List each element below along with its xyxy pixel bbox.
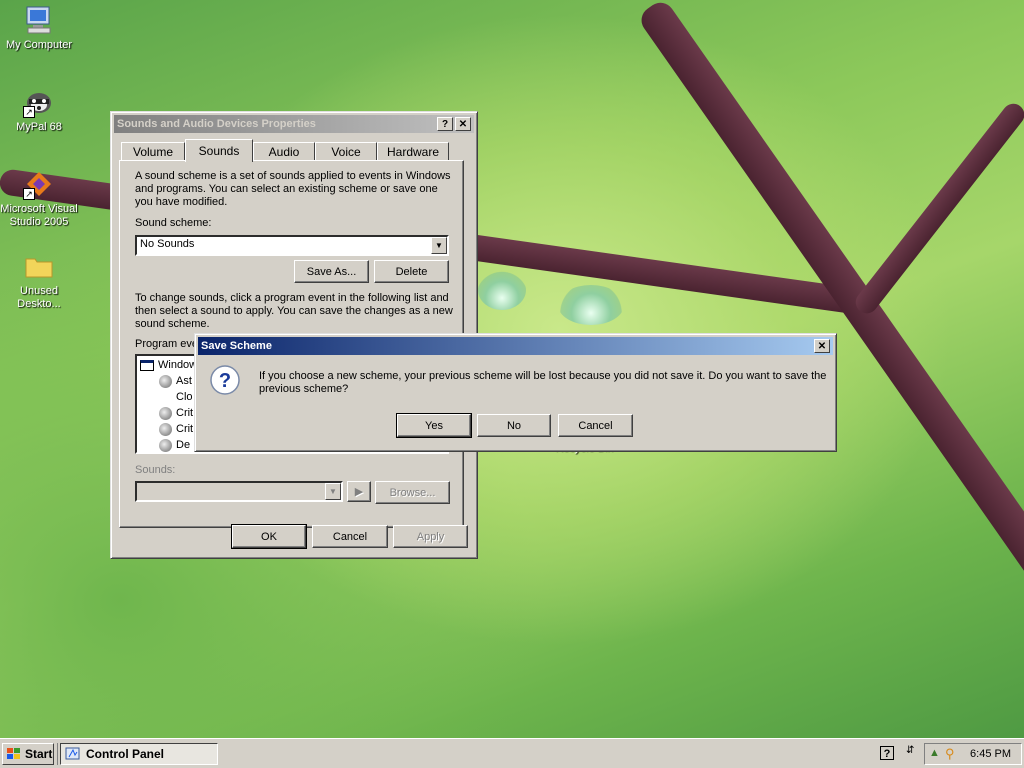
browse-button[interactable]: Browse... (375, 481, 450, 504)
cancel-button[interactable]: Cancel (558, 414, 633, 437)
list-item[interactable]: Clo (176, 389, 193, 405)
system-tray: ▲ ⚲ 6:45 PM (924, 743, 1022, 765)
list-item[interactable]: Window (140, 357, 197, 373)
tab-hardware[interactable]: Hardware (377, 142, 449, 161)
list-item[interactable]: De (159, 437, 191, 452)
list-item-label: Ast (176, 375, 192, 387)
chevron-down-icon[interactable]: ▼ (325, 483, 341, 500)
taskbar-item-label: Control Panel (86, 747, 165, 761)
clock[interactable]: 6:45 PM (970, 748, 1011, 760)
speaker-icon (159, 374, 172, 388)
windows-logo-icon (7, 748, 20, 759)
desktop-icon-label: MyPal 68 (16, 121, 62, 133)
svg-text:?: ? (219, 370, 231, 392)
speaker-icon (159, 438, 172, 452)
list-item-label: Window (158, 359, 198, 371)
water-drop (558, 285, 624, 325)
no-button[interactable]: No (477, 414, 551, 437)
play-icon: ▶ (354, 486, 364, 498)
delete-button[interactable]: Delete (374, 260, 449, 283)
speaker-icon (159, 406, 172, 420)
intro-text: A sound scheme is a set of sounds applie… (135, 170, 451, 208)
ok-button[interactable]: OK (231, 524, 307, 549)
chevron-down-icon[interactable]: ⇵ (906, 745, 914, 756)
desktop-icon-label: Unused Deskto... (17, 285, 61, 310)
computer-icon (23, 4, 55, 36)
speaker-icon (159, 422, 172, 436)
list-item[interactable]: Crit (159, 421, 193, 437)
save-as-button[interactable]: Save As... (294, 260, 369, 283)
tab-audio[interactable]: Audio (253, 142, 315, 161)
list-item[interactable]: Crit (159, 405, 193, 421)
question-icon: ? (210, 365, 240, 395)
save-scheme-dialog: Save Scheme ✕ ? If you choose a new sche… (194, 333, 837, 452)
help-button[interactable]: ? (437, 117, 453, 131)
network-icon[interactable]: ▲ (929, 747, 940, 759)
list-item-label: Crit (176, 423, 194, 435)
change-sounds-text: To change sounds, click a program event … (135, 292, 453, 330)
list-item[interactable]: Ast (159, 373, 192, 389)
sound-scheme-value: No Sounds (140, 238, 195, 250)
desktop-icon-visual-studio[interactable]: ↗ Microsoft Visual Studio 2005 (0, 168, 78, 229)
branch-decoration (851, 99, 1024, 318)
close-button[interactable]: ✕ (814, 339, 830, 353)
chevron-down-icon[interactable]: ▼ (431, 237, 447, 254)
start-button[interactable]: Start (2, 743, 54, 765)
shortcut-arrow-icon: ↗ (23, 188, 35, 200)
start-label: Start (25, 747, 53, 761)
close-button[interactable]: ✕ (455, 117, 471, 131)
apply-button[interactable]: Apply (393, 525, 468, 548)
play-button[interactable]: ▶ (347, 481, 371, 502)
list-item-label: Crit (176, 407, 194, 419)
list-item-label: De (176, 439, 191, 451)
control-panel-icon (65, 747, 80, 760)
water-drop (478, 270, 526, 310)
sounds-dropdown[interactable]: ▼ (135, 481, 343, 502)
sounds-label: Sounds: (135, 464, 176, 476)
tab-voice[interactable]: Voice (315, 142, 377, 161)
yes-button[interactable]: Yes (396, 413, 472, 438)
window-icon (140, 359, 154, 371)
desktop-icon-my-computer[interactable]: My Computer (0, 4, 78, 52)
tab-volume[interactable]: Volume (121, 142, 185, 161)
raccoon-icon: ↗ (23, 86, 55, 118)
taskbar-item-control-panel[interactable]: Control Panel (60, 743, 218, 765)
help-tray-icon[interactable]: ? (880, 746, 894, 760)
desktop-icon-label: Microsoft Visual Studio 2005 (0, 203, 78, 228)
program-events-label: Program eve (135, 338, 198, 350)
search-icon[interactable]: ⚲ (945, 746, 955, 762)
visual-studio-icon: ↗ (23, 168, 55, 200)
taskbar: Start Control Panel ? ⇵ ▲ ⚲ 6:45 PM (0, 738, 1024, 768)
dialog-message: If you choose a new scheme, your previou… (259, 370, 827, 395)
shortcut-arrow-icon: ↗ (23, 106, 35, 118)
title-bar: Sounds and Audio Devices Properties ? ✕ (114, 115, 474, 133)
dialog-title: Save Scheme (201, 340, 272, 352)
dialog-title-bar: Save Scheme ✕ (198, 337, 833, 355)
sound-scheme-label: Sound scheme: (135, 217, 212, 229)
desktop-icon-mypal[interactable]: ↗ MyPal 68 (0, 86, 78, 134)
window-title: Sounds and Audio Devices Properties (117, 118, 316, 130)
list-item-label: Clo (176, 391, 193, 403)
folder-icon (23, 250, 55, 282)
sound-scheme-dropdown[interactable]: No Sounds ▼ (135, 235, 449, 256)
desktop-icon-label: My Computer (5, 39, 73, 51)
cancel-button[interactable]: Cancel (312, 525, 388, 548)
desktop-icon-unused[interactable]: Unused Deskto... (0, 250, 78, 311)
tab-sounds[interactable]: Sounds (185, 139, 253, 162)
